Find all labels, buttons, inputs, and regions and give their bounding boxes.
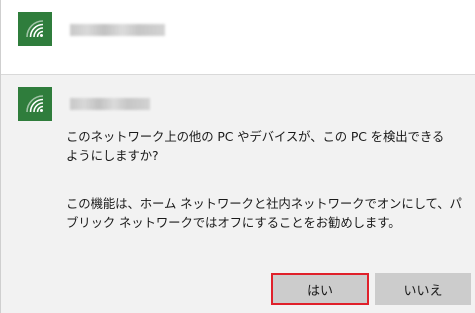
network-name-obscured: [70, 24, 165, 36]
wifi-icon: [18, 12, 52, 46]
wifi-icon: [18, 87, 52, 121]
network-name-obscured: [70, 98, 150, 110]
network-item[interactable]: [18, 12, 475, 72]
discovery-recommendation: この機能は、ホーム ネットワークと社内ネットワークでオンにして、パ ブリック ネ…: [66, 196, 462, 230]
network-item-expanded: このネットワーク上の他の PC やデバイスが、この PC を検出できる ようにし…: [1, 75, 475, 313]
discovery-question: このネットワーク上の他の PC やデバイスが、この PC を検出できる ようにし…: [66, 129, 445, 163]
yes-button[interactable]: はい: [271, 273, 369, 305]
network-flyout: このネットワーク上の他の PC やデバイスが、この PC を検出できる ようにし…: [0, 0, 475, 313]
no-button[interactable]: いいえ: [375, 273, 471, 305]
